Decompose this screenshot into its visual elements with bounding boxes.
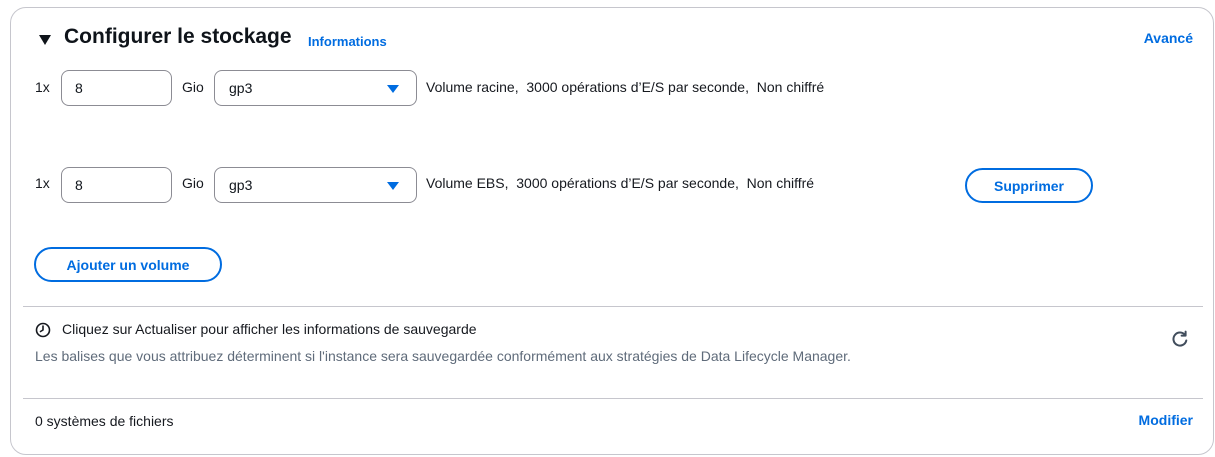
divider [23, 306, 1203, 307]
volume-multiplier: 1x [35, 175, 50, 191]
volume-type-select[interactable]: gp3 [214, 167, 417, 203]
volume-type-value: gp3 [229, 177, 253, 193]
clock-icon [35, 322, 51, 338]
caret-down-icon[interactable] [37, 32, 53, 48]
info-link[interactable]: Informations [308, 34, 387, 49]
modify-filesystems-link[interactable]: Modifier [1139, 412, 1193, 428]
storage-panel: Configurer le stockage Informations Avan… [10, 7, 1214, 455]
volume-size-input[interactable] [61, 70, 172, 106]
refresh-icon[interactable] [1170, 329, 1190, 349]
volume-description: Volume racine, 3000 opérations d’E/S par… [426, 79, 825, 95]
section-title: Configurer le stockage [64, 25, 292, 48]
remove-volume-button[interactable]: Supprimer [965, 168, 1093, 203]
volume-multiplier: 1x [35, 79, 50, 95]
divider [23, 398, 1203, 399]
volume-size-input[interactable] [61, 167, 172, 203]
volume-unit: Gio [182, 79, 204, 95]
advanced-link[interactable]: Avancé [1144, 30, 1193, 46]
volume-type-select[interactable]: gp3 [214, 70, 417, 106]
filesystems-count: 0 systèmes de fichiers [35, 413, 174, 429]
volume-type-value: gp3 [229, 80, 253, 96]
add-volume-button[interactable]: Ajouter un volume [34, 247, 222, 282]
caret-down-icon [387, 85, 399, 93]
volume-unit: Gio [182, 175, 204, 191]
backup-info-title: Cliquez sur Actualiser pour afficher les… [62, 321, 477, 337]
backup-info-text: Les balises que vous attribuez détermine… [35, 348, 851, 364]
caret-down-icon [387, 182, 399, 190]
volume-description: Volume EBS, 3000 opérations d’E/S par se… [426, 175, 815, 191]
